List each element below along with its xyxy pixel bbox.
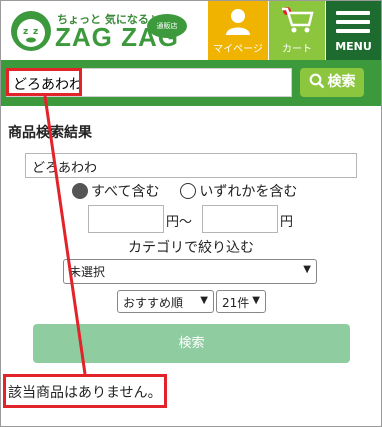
annotation-connector-line — [43, 95, 87, 375]
